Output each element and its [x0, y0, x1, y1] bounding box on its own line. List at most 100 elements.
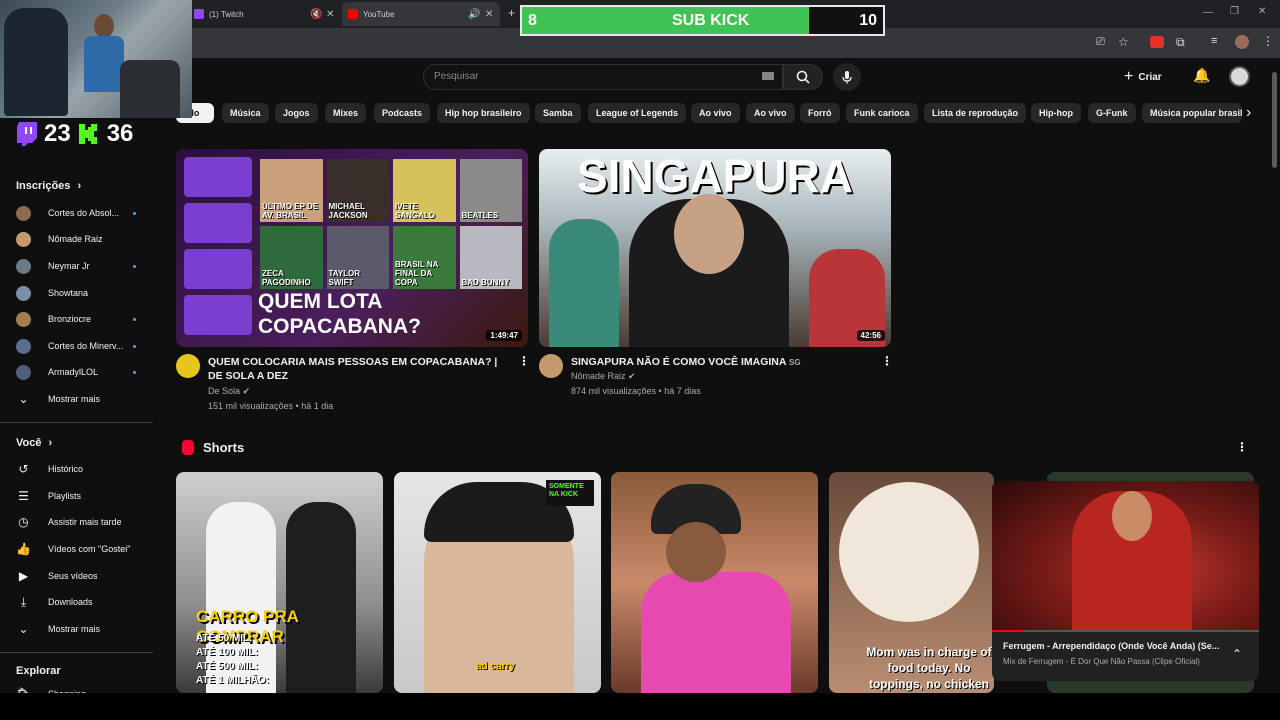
- youtube-icon: [348, 9, 358, 19]
- channel-avatar[interactable]: [176, 354, 200, 378]
- new-content-dot: [133, 370, 136, 374]
- minimize-icon[interactable]: —: [1203, 7, 1213, 18]
- video-thumbnail[interactable]: SINGAPURA 42:56: [539, 149, 891, 347]
- chip-musica-popular-brasileira[interactable]: Música popular brasile: [1142, 103, 1242, 123]
- chip-ao-vivo-2[interactable]: Ao vivo: [746, 103, 795, 123]
- subscription-item[interactable]: Nômade Raiz: [16, 229, 156, 249]
- tab-twitch[interactable]: (1) Twitch 🔇 ✕: [188, 2, 338, 26]
- chevron-right-icon[interactable]: ›: [1246, 104, 1251, 122]
- chip-g-funk[interactable]: G-Funk: [1088, 103, 1136, 123]
- browser-menu-icon[interactable]: ⋮: [1262, 34, 1274, 48]
- microphone-icon: [842, 71, 852, 84]
- sidebar-item-history[interactable]: ↺ Histórico: [16, 459, 156, 479]
- maximize-icon[interactable]: ❐: [1230, 6, 1239, 17]
- chip-ao-vivo[interactable]: Ao vivo: [691, 103, 740, 123]
- twitch-icon: [194, 9, 204, 19]
- short-caption: ad carry: [476, 661, 515, 672]
- chip-hip-hop[interactable]: Hip-hop: [1031, 103, 1081, 123]
- tab-title: (1) Twitch: [209, 9, 244, 19]
- short-thumbnail[interactable]: CARRO PRA COMPRAR ATÉ 50 MIL: ATÉ 100 MIL…: [176, 472, 383, 693]
- mini-player-video[interactable]: [992, 481, 1259, 631]
- chip-samba[interactable]: Samba: [535, 103, 581, 123]
- chip-jogos[interactable]: Jogos: [275, 103, 318, 123]
- sidebar-divider: [0, 652, 153, 653]
- short-face: [666, 522, 726, 582]
- extensions-icon[interactable]: ⧉: [1176, 35, 1185, 50]
- new-tab-icon[interactable]: +: [508, 6, 515, 20]
- voice-search-button[interactable]: [833, 63, 861, 91]
- show-more-subscriptions[interactable]: ⌄ Mostrar mais: [16, 389, 156, 409]
- new-content-dot: [133, 317, 136, 321]
- profile-avatar[interactable]: [1235, 35, 1249, 49]
- mini-player-progress-track[interactable]: [992, 630, 1259, 632]
- chip-lista-de-reproducao[interactable]: Lista de reprodução: [924, 103, 1027, 123]
- keyboard-icon[interactable]: [762, 72, 774, 80]
- twitch-viewer-count: 23: [44, 120, 71, 147]
- chip-league-of-legends[interactable]: League of Legends: [588, 103, 687, 123]
- chip-hip-hop-brasileiro[interactable]: Hip hop brasileiro: [437, 103, 530, 123]
- subscription-item[interactable]: Neymar Jr: [16, 256, 156, 276]
- kick-badge: SOMENTE NA KICK: [546, 480, 594, 506]
- short-thumbnail[interactable]: Mom was in charge of food today. No topp…: [829, 472, 994, 693]
- account-avatar[interactable]: [1229, 66, 1250, 87]
- playlists-icon: ☰: [18, 489, 29, 503]
- subscription-item[interactable]: Cortes do Minerv...: [16, 336, 156, 356]
- thumb-host-column: [184, 157, 252, 339]
- tab-title: YouTube: [363, 9, 395, 19]
- verified-icon: ✔: [242, 386, 251, 396]
- tab-youtube[interactable]: YouTube 🔊 ✕: [342, 2, 500, 26]
- sidebar-item-playlists[interactable]: ☰ Playlists: [16, 486, 156, 506]
- subscription-item[interactable]: Cortes do Absol...: [16, 203, 156, 223]
- chip-mixes[interactable]: Mixes: [325, 103, 367, 123]
- notifications-bell-icon[interactable]: 🔔: [1193, 67, 1210, 84]
- shorts-menu-icon[interactable]: ⋮: [1236, 440, 1248, 454]
- short-thumbnail[interactable]: SOMENTE NA KICK ad carry: [394, 472, 601, 693]
- close-window-icon[interactable]: ✕: [1258, 6, 1266, 17]
- chip-musica[interactable]: Música: [222, 103, 269, 123]
- sidebar-item-your-videos[interactable]: ▶ Seus vídeos: [16, 566, 156, 586]
- mini-player-subtitle: Mix de Ferrugem - É Dor Que Não Passa (C…: [1003, 657, 1200, 666]
- chevron-down-icon: ⌄: [18, 622, 29, 636]
- explore-heading: Explorar: [16, 665, 61, 677]
- short-thumbnail[interactable]: [611, 472, 818, 693]
- chip-funk-carioca[interactable]: Funk carioca: [846, 103, 918, 123]
- video-channel[interactable]: De Sola ✔: [208, 384, 250, 399]
- bookmark-star-icon[interactable]: ☆: [1118, 35, 1129, 49]
- search-button[interactable]: [783, 64, 823, 90]
- mini-player[interactable]: Ferrugem - Arrependidaço (Onde Você Anda…: [992, 481, 1259, 681]
- video-menu-icon[interactable]: ⋮: [518, 354, 530, 368]
- media-control-icon[interactable]: ≡: [1211, 35, 1217, 47]
- video-channel[interactable]: Nômade Raiz ✔: [571, 369, 636, 384]
- subscription-item[interactable]: Showtana: [16, 283, 156, 303]
- sidebar-item-watch-later[interactable]: ◷ Assistir mais tarde: [16, 512, 156, 532]
- like-icon: 👍: [16, 542, 31, 556]
- channel-avatar[interactable]: [539, 354, 563, 378]
- video-title[interactable]: QUEM COLOCARIA MAIS PESSOAS EM COPACABAN…: [208, 355, 508, 383]
- show-more-you[interactable]: ⌄ Mostrar mais: [16, 619, 156, 639]
- sub-kick-label: SUB KICK: [672, 12, 750, 29]
- sidebar-item-liked-videos[interactable]: 👍 Vídeos com "Gostei": [16, 539, 156, 559]
- audio-icon[interactable]: 🔊: [468, 9, 480, 20]
- subscriptions-heading[interactable]: Inscrições ›: [16, 180, 81, 192]
- create-button[interactable]: + Criar: [1124, 64, 1162, 90]
- chip-forro[interactable]: Forró: [800, 103, 840, 123]
- expand-icon[interactable]: ⌃: [1232, 647, 1242, 661]
- mute-icon[interactable]: 🔇: [310, 9, 322, 20]
- scrollbar-thumb[interactable]: [1272, 72, 1277, 168]
- chip-podcasts[interactable]: Podcasts: [374, 103, 431, 123]
- adblock-icon[interactable]: [1150, 36, 1164, 48]
- cast-icon[interactable]: ⎚: [1096, 36, 1105, 49]
- video-menu-icon[interactable]: ⋮: [881, 354, 893, 368]
- singer-head: [1112, 491, 1152, 541]
- search-input[interactable]: Pesquisar: [423, 64, 783, 90]
- video-title[interactable]: SINGAPURA NÃO É COMO VOCÊ IMAGINA SG: [571, 355, 871, 370]
- you-heading[interactable]: Você ›: [16, 437, 52, 449]
- sidebar-item-downloads[interactable]: ⤓ Downloads: [16, 592, 156, 612]
- subscription-item[interactable]: Bronziocre: [16, 309, 156, 329]
- close-tab-icon[interactable]: ✕: [485, 9, 493, 20]
- short-caption: Mom was in charge of food today. No topp…: [866, 645, 992, 691]
- video-thumbnail[interactable]: ÚLTIMO EP DE AV. BRASIL MICHAEL JACKSON …: [176, 149, 528, 347]
- close-tab-icon[interactable]: ✕: [326, 9, 334, 20]
- video-duration: 42:56: [856, 330, 885, 341]
- subscription-item[interactable]: ArmadylLOL: [16, 362, 156, 382]
